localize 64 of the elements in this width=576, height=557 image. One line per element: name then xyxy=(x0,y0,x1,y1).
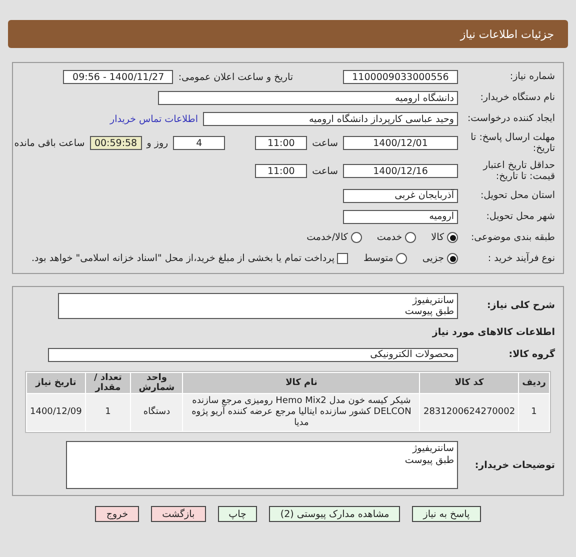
notes-field[interactable]: سانتریفیوژ طبق پیوست xyxy=(66,441,458,490)
field-label: ساعت باقی مانده xyxy=(14,138,85,149)
radio-label: کالا/خدمت xyxy=(306,232,348,244)
table-cell: دستگاه xyxy=(131,394,182,432)
value-field[interactable]: 4 xyxy=(173,136,226,150)
field-label: تاریخ و ساعت اعلان عمومی: xyxy=(178,72,293,82)
table-cell: شیکر کیسه خون مدل Hemo Mix2 رومیزی مرجع سازنده DELCON کشور سازنده ایتالیا مرجع عرضه کننده آریو پژوه مدیا xyxy=(183,394,420,432)
radio-button[interactable] xyxy=(396,253,408,264)
value-field[interactable]: آذربایجان غربی xyxy=(343,188,458,203)
field-label: شرح کلی نیاز: xyxy=(486,300,555,312)
radio-button[interactable] xyxy=(405,232,416,244)
value-field[interactable]: 11:00 xyxy=(255,164,308,178)
description-field[interactable]: سانتریفیوژ طبق پیوست xyxy=(58,292,458,319)
value-field[interactable]: 1400/12/16 xyxy=(343,164,458,178)
field-label: استان محل تحویل: xyxy=(479,190,555,202)
radio-button[interactable] xyxy=(350,232,362,244)
section-title: اطلاعات کالاهای مورد نیاز xyxy=(431,326,555,338)
page-header: جزئیات اطلاعات نیاز xyxy=(8,20,568,48)
field-label: شماره نیاز: xyxy=(508,71,555,83)
action-button[interactable]: چاپ xyxy=(218,506,258,522)
field-label: روز و xyxy=(146,138,168,149)
column-header: تاریخ نیاز xyxy=(27,372,85,393)
value-field[interactable]: 1400/12/01 xyxy=(343,136,458,150)
field-label: مهلت ارسال پاسخ: تا تاریخ: xyxy=(470,132,555,155)
field-label: طبقه بندی موضوعی: xyxy=(470,232,555,244)
action-button[interactable]: مشاهده مدارک پیوستی (2) xyxy=(269,506,400,522)
value-field[interactable]: 11:00 xyxy=(255,136,308,150)
value-field[interactable]: ارومیه xyxy=(343,210,458,224)
action-button[interactable]: خروج xyxy=(95,506,140,522)
field-label: گروه کالا: xyxy=(508,348,555,360)
column-header: کد کالا xyxy=(420,372,518,393)
radio-label: متوسط xyxy=(363,253,394,264)
field-label: نام دستگاه خریدار: xyxy=(479,92,555,104)
value-field[interactable]: 1100009033000556 xyxy=(343,70,458,84)
column-header: تعداد / مقدار xyxy=(86,372,130,393)
countdown-field: 00:59:58 xyxy=(90,136,142,150)
column-header: نام کالا xyxy=(183,372,420,393)
table-cell: 1 xyxy=(86,394,130,432)
value-field[interactable]: محصولات الکترونیکی xyxy=(48,348,458,362)
field-label: ساعت xyxy=(312,138,338,149)
radio-button[interactable] xyxy=(447,253,458,264)
field-label: ساعت xyxy=(312,166,338,177)
checkbox[interactable] xyxy=(337,253,348,264)
checkbox-label: پرداخت تمام یا بخشی از مبلغ خرید،از محل "اسناد خزانه اسلامی" خواهد بود. xyxy=(32,253,334,264)
value-field[interactable]: دانشگاه ارومیه xyxy=(158,91,458,105)
table-cell: 1400/12/09 xyxy=(27,394,85,432)
action-button[interactable]: بازگشت xyxy=(151,506,206,522)
radio-label: خدمت xyxy=(376,232,402,244)
field-label: حداقل تاریخ اعتبار قیمت: تا تاریخ: xyxy=(482,160,555,183)
field-label: نوع فرآیند خرید : xyxy=(486,252,555,264)
value-field[interactable]: 1400/11/27 - 09:56 xyxy=(63,70,174,84)
column-header: ردیف xyxy=(519,372,549,393)
table-cell: 2831200624270002 xyxy=(420,394,518,432)
field-label: شهر محل تحویل: xyxy=(485,210,555,222)
field-label: ایجاد کننده درخواست: xyxy=(466,113,555,125)
value-field[interactable]: وحید عباسی کارپرداز دانشگاه ارومیه xyxy=(203,112,458,126)
column-header: واحد شمارش xyxy=(131,372,182,393)
field-label: توضیحات خریدار: xyxy=(474,460,555,471)
radio-button[interactable] xyxy=(447,232,458,244)
radio-label: کالا xyxy=(431,232,444,244)
contact-link[interactable]: اطلاعات تماس خریدار xyxy=(110,114,198,124)
action-button[interactable]: پاسخ به نیاز xyxy=(412,506,481,522)
radio-label: جزیی xyxy=(422,253,444,264)
table-cell: 1 xyxy=(519,394,549,432)
